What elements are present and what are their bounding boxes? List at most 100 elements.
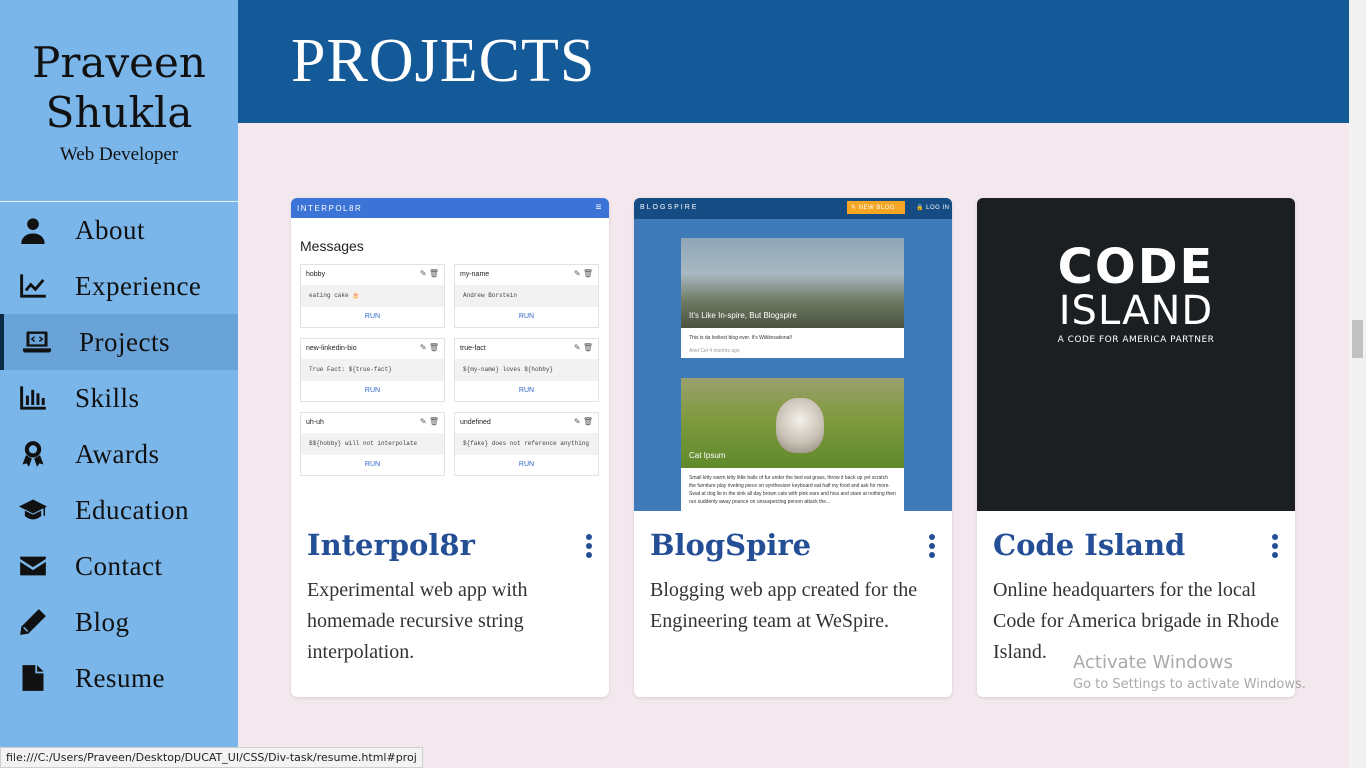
message-code: $${hobby} will not interpolate (301, 433, 444, 455)
preview-post-text: Small kitty warm kitty little balls of f… (689, 475, 896, 505)
preview-login: 🔒 LOG IN (916, 205, 950, 211)
message-code: Andrew Borstein (455, 285, 598, 307)
nav-label: Awards (75, 438, 160, 469)
preview-app-bar: BLOGSPIRE ✎ NEW BLOG 🔒 LOG IN (634, 198, 952, 219)
project-card-code-island[interactable]: CODE ISLAND A CODE FOR AMERICA PARTNER C… (977, 198, 1295, 697)
nav-item-awards[interactable]: Awards (0, 426, 238, 482)
preview-message-box: true-fact ✎ 🗑 ${my-name} loves ${hobby} R… (454, 338, 599, 402)
more-vertical-icon[interactable] (1271, 534, 1279, 558)
sidebar: Praveen Shukla Web Developer About Exper… (0, 0, 238, 768)
nav-item-education[interactable]: Education (0, 482, 238, 538)
project-title[interactable]: Code Island (993, 528, 1185, 562)
scrollbar-thumb[interactable] (1352, 320, 1363, 358)
nav-item-skills[interactable]: Skills (0, 370, 238, 426)
edit-delete-icons: ✎ 🗑 (573, 269, 593, 278)
run-label: RUN (364, 461, 381, 468)
message-code: eating cake 🎂 (301, 285, 444, 307)
project-description: Blogging web app created for the Enginee… (650, 579, 918, 632)
nav-label: Resume (75, 662, 165, 693)
logo-text-code: CODE (1057, 239, 1215, 295)
profile-name-last: Shukla (45, 88, 193, 137)
nav-item-about[interactable]: About (0, 202, 238, 258)
project-preview-image: INTERPOL8R ≡ Messages hobby ✎ 🗑 eating ca… (291, 198, 609, 511)
message-name: my-name (460, 271, 490, 278)
nav-item-resume[interactable]: Resume (0, 650, 238, 706)
project-preview-image: BLOGSPIRE ✎ NEW BLOG 🔒 LOG IN It's Like … (634, 198, 952, 511)
award-icon (18, 439, 48, 469)
watermark-title: Activate Windows (1073, 652, 1233, 673)
page-header: PROJECTS (238, 0, 1349, 123)
preview-post-image: Cat Ipsum (681, 378, 904, 468)
message-name: new-linkedin-bio (306, 345, 357, 352)
edit-delete-icons: ✎ 🗑 (573, 417, 593, 426)
edit-delete-icons: ✎ 🗑 (419, 417, 439, 426)
preview-post: It's Like In-spire, But Blogspire This i… (681, 238, 904, 358)
hamburger-icon: ≡ (595, 202, 603, 213)
edit-delete-icons: ✎ 🗑 (573, 343, 593, 352)
nav-item-projects[interactable]: Projects (0, 314, 238, 370)
preview-new-blog-button: ✎ NEW BLOG (847, 201, 905, 214)
nav-item-contact[interactable]: Contact (0, 538, 238, 594)
more-vertical-icon[interactable] (585, 534, 593, 558)
nav-item-experience[interactable]: Experience (0, 258, 238, 314)
preview-message-box: new-linkedin-bio ✎ 🗑 True Fact: ${true-fa… (300, 338, 445, 402)
message-name: true-fact (460, 345, 486, 352)
laptop-code-icon (22, 327, 52, 357)
edit-delete-icons: ✎ 🗑 (419, 269, 439, 278)
nav-label: Skills (75, 382, 140, 413)
windows-activation-watermark: Activate Windows Go to Settings to activ… (1073, 652, 1306, 692)
preview-message-box: undefined ✎ 🗑 ${fake} does not reference … (454, 412, 599, 476)
profile-header: Praveen Shukla Web Developer (0, 0, 238, 202)
preview-message-box: hobby ✎ 🗑 eating cake 🎂 RUN (300, 264, 445, 328)
run-label: RUN (364, 313, 381, 320)
preview-post: Cat Ipsum Small kitty warm kitty little … (681, 378, 904, 511)
preview-login-label: LOG IN (926, 205, 950, 211)
preview-message-box: my-name ✎ 🗑 Andrew Borstein RUN (454, 264, 599, 328)
profile-name-first: Praveen (32, 38, 206, 87)
pencil-icon (18, 607, 48, 637)
preview-message-box: uh-uh ✎ 🗑 $${hobby} will not interpolate … (300, 412, 445, 476)
message-name: undefined (460, 419, 491, 426)
edit-delete-icons: ✎ 🗑 (419, 343, 439, 352)
preview-new-blog-label: NEW BLOG (858, 205, 896, 211)
nav-label: Experience (75, 270, 202, 301)
browser-status-bar: file:///C:/Users/Praveen/Desktop/DUCAT_U… (0, 747, 423, 768)
nav-item-blog[interactable]: Blog (0, 594, 238, 650)
user-icon (18, 215, 48, 245)
preview-app-name: INTERPOL8R (297, 204, 363, 213)
project-card-blogspire[interactable]: BLOGSPIRE ✎ NEW BLOG 🔒 LOG IN It's Like … (634, 198, 952, 697)
run-label: RUN (518, 387, 535, 394)
envelope-icon (18, 551, 48, 581)
preview-app-bar: INTERPOL8R ≡ (291, 198, 609, 218)
nav-label: Projects (79, 326, 170, 357)
more-vertical-icon[interactable] (928, 534, 936, 558)
preview-post-meta: Ariel Cel 4 months ago (689, 348, 740, 354)
run-label: RUN (518, 313, 535, 320)
preview-post-text: This is da lovliest blog ever. It's Wiii… (689, 335, 792, 341)
line-chart-icon (18, 271, 48, 301)
message-code: ${my-name} loves ${hobby} (455, 359, 598, 381)
bar-chart-icon (18, 383, 48, 413)
page-scrollbar[interactable] (1349, 0, 1366, 768)
message-code: True Fact: ${true-fact} (301, 359, 444, 381)
preview-heading: Messages (300, 238, 364, 254)
preview-post-caption: It's Like In-spire, But Blogspire (689, 311, 797, 320)
preview-post-caption: Cat Ipsum (689, 451, 726, 460)
project-preview-image: CODE ISLAND A CODE FOR AMERICA PARTNER (977, 198, 1295, 511)
run-label: RUN (518, 461, 535, 468)
project-card-interpol8r[interactable]: INTERPOL8R ≡ Messages hobby ✎ 🗑 eating ca… (291, 198, 609, 697)
nav-label: Education (75, 494, 189, 525)
profile-subtitle: Web Developer (59, 144, 179, 165)
message-code: ${fake} does not reference anything (455, 433, 598, 455)
project-description: Experimental web app with homemade recur… (307, 579, 528, 663)
sidebar-nav: About Experience Projects Skills Awards (0, 202, 238, 706)
graduation-cap-icon (18, 495, 48, 525)
file-icon (18, 663, 48, 693)
project-title[interactable]: BlogSpire (650, 528, 811, 562)
logo-text-island: ISLAND (1058, 288, 1214, 334)
project-title[interactable]: Interpol8r (307, 528, 475, 562)
preview-post-image: It's Like In-spire, But Blogspire (681, 238, 904, 328)
run-label: RUN (364, 387, 381, 394)
nav-label: Contact (75, 550, 163, 581)
preview-message-grid: hobby ✎ 🗑 eating cake 🎂 RUN my-name ✎ 🗑 An… (300, 264, 600, 476)
